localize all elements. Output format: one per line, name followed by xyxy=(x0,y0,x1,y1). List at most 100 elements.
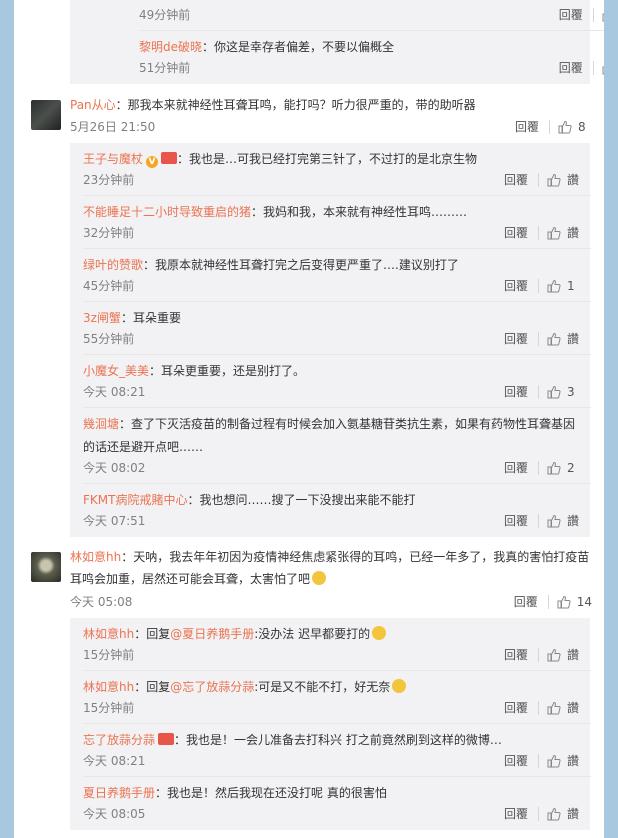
reply-button[interactable]: 回覆 xyxy=(504,645,528,665)
member-badge-icon xyxy=(161,152,178,164)
sub-replies-panel: 49分钟前 回覆 18 黎明de破晓：你这是幸存者偏差，不要以偏概全 51分钟前… xyxy=(70,0,604,84)
thumbs-up-icon[interactable] xyxy=(547,332,561,346)
thumbs-up-icon[interactable] xyxy=(602,8,604,22)
verified-badge-icon: V xyxy=(146,156,159,168)
like-count: 讚 xyxy=(567,226,580,240)
helpless-emoji-icon xyxy=(392,679,407,693)
reply-button[interactable]: 回覆 xyxy=(504,276,528,296)
reply-time: 15分钟前 xyxy=(83,701,135,715)
reply-time: 49分钟前 xyxy=(139,8,191,22)
reply-username[interactable]: 王子与魔杖 xyxy=(83,152,143,166)
reply-time: 45分钟前 xyxy=(83,279,135,293)
avatar[interactable] xyxy=(31,552,61,582)
reply-button[interactable]: 回覆 xyxy=(504,382,528,402)
like-count: 1 xyxy=(567,279,575,293)
reply-username[interactable]: 小魔女_美美 xyxy=(83,364,149,378)
reply-username[interactable]: 不能睡足十二小时导致重启的猪 xyxy=(83,205,251,219)
reply-item: 3z闸蟹：耳朵重要 55分钟前 回覆 讚 xyxy=(83,302,591,355)
reply-button[interactable]: 回覆 xyxy=(504,223,528,243)
reply-time: 51分钟前 xyxy=(139,61,191,75)
reply-button[interactable]: 回覆 xyxy=(559,58,583,78)
like-count: 讚 xyxy=(567,807,580,821)
thumbs-up-icon[interactable] xyxy=(602,61,604,75)
reply-item: 不能睡足十二小时导致重启的猪：我妈和我，本来就有神经性耳鸣……… 32分钟前 回… xyxy=(83,196,591,249)
thumbs-up-icon[interactable] xyxy=(547,226,561,240)
reply-item: 小魔女_美美：耳朵更重要，还是别打了。 今天 08:21 回覆 3 xyxy=(83,355,591,408)
reply-username[interactable]: 绿叶的赞歌 xyxy=(83,258,143,272)
thumbs-up-icon[interactable] xyxy=(547,279,561,293)
reply-button[interactable]: 回覆 xyxy=(504,804,528,824)
reply-item: 幾洄塘：查了下灭活疫苗的制备过程有时候会加入氨基糖苷类抗生素，如果有药物性耳聋基… xyxy=(83,408,591,484)
reply-button[interactable]: 回覆 xyxy=(504,329,528,349)
reply-item: 夏日养鹅手册：我也是！然后我现在还没打呢 真的很害怕 今天 08:05 回覆 讚 xyxy=(83,777,581,830)
thumbs-up-icon[interactable] xyxy=(547,701,561,715)
reply-item: 林如意hh：回复@夏日养鹅手册:没办法 迟早都要打的 15分钟前 回覆 讚 xyxy=(83,618,591,671)
thumbs-up-icon[interactable] xyxy=(547,173,561,187)
reply-text: ：你这是幸存者偏差，不要以偏概全 xyxy=(202,40,395,54)
thumbs-up-icon[interactable] xyxy=(547,514,561,528)
reply-username[interactable]: 黎明de破晓 xyxy=(139,40,202,54)
comment-meta: 5月26日 21:50 回覆 8 xyxy=(70,117,592,137)
thumbs-up-icon[interactable] xyxy=(547,385,561,399)
reply-time: 今天 07:51 xyxy=(83,514,146,528)
reply-button[interactable]: 回覆 xyxy=(504,751,528,771)
like-count: 14 xyxy=(576,595,592,609)
comment-text: 林如意hh：天呐，我去年年初因为疫情神经焦虑紧张得的耳鸣，已经一年多了，我真的害… xyxy=(70,550,590,586)
reply-username[interactable]: 幾洄塘 xyxy=(83,417,119,431)
mention-link[interactable]: @夏日养鹅手册 xyxy=(170,627,254,641)
comment-username[interactable]: Pan从心 xyxy=(70,98,116,112)
reply-text: ：查了下灭活疫苗的制备过程有时候会加入氨基糖苷类抗生素，如果有药物性耳聋基因的话… xyxy=(83,417,576,454)
reply-time: 今天 08:05 xyxy=(83,807,146,821)
reply-text: ：我原本就神经性耳聋打完之后变得更严重了….建议别打了 xyxy=(143,258,459,272)
reply-time: 今天 08:21 xyxy=(83,385,146,399)
like-count: 讚 xyxy=(567,332,580,346)
reply-button[interactable]: 回覆 xyxy=(514,592,538,612)
avatar[interactable] xyxy=(31,100,61,130)
like-count: 2 xyxy=(567,461,575,475)
reply-username[interactable]: 林如意hh xyxy=(83,680,134,694)
reply-text: ：耳朵更重要，还是别打了。 xyxy=(149,364,306,378)
comment-username[interactable]: 林如意hh xyxy=(70,550,121,564)
mention-link[interactable]: @忘了放蒜分蒜 xyxy=(170,680,254,694)
reply-button[interactable]: 回覆 xyxy=(504,698,528,718)
reply-username[interactable]: 忘了放蒜分蒜 xyxy=(83,733,155,747)
comment-time: 5月26日 21:50 xyxy=(70,120,156,134)
thumbs-up-icon[interactable] xyxy=(547,754,561,768)
reply-text: :可是又不能不打，好无奈 xyxy=(254,680,391,694)
reply-button[interactable]: 回覆 xyxy=(504,458,528,478)
scared-emoji-icon xyxy=(312,571,327,585)
reply-item: FKMT病院戒賭中心：我也想问……搜了一下没搜出来能不能打 今天 07:51 回… xyxy=(83,484,581,537)
thumbs-up-icon[interactable] xyxy=(547,807,561,821)
reply-item: 黎明de破晓：你这是幸存者偏差，不要以偏概全 51分钟前 回覆 56 xyxy=(139,31,604,84)
reply-time: 15分钟前 xyxy=(83,648,135,662)
reply-button[interactable]: 回覆 xyxy=(504,170,528,190)
reply-username[interactable]: 夏日养鹅手册 xyxy=(83,786,155,800)
thumbs-up-icon[interactable] xyxy=(547,461,561,475)
comment-text: Pan从心：那我本来就神经性耳聋耳鸣，能打吗？听力很严重的，带的助听器 xyxy=(70,98,476,112)
reply-username[interactable]: 3z闸蟹 xyxy=(83,311,121,325)
reply-button[interactable]: 回覆 xyxy=(559,5,583,25)
like-count: 8 xyxy=(578,120,586,134)
reply-text: ：耳朵重要 xyxy=(120,311,181,325)
thumbs-up-icon[interactable] xyxy=(558,120,572,134)
reply-username[interactable]: 林如意hh xyxy=(83,627,134,641)
reply-text: ：我妈和我，本来就有神经性耳鸣……… xyxy=(251,205,468,219)
thumbs-up-icon[interactable] xyxy=(547,648,561,662)
sub-replies-panel: 林如意hh：回复@夏日养鹅手册:没办法 迟早都要打的 15分钟前 回覆 讚 林如… xyxy=(70,618,591,830)
like-count: 讚 xyxy=(567,754,580,768)
reply-text: ：我也想问……搜了一下没搜出来能不能打 xyxy=(187,493,416,507)
reply-button[interactable]: 回覆 xyxy=(515,117,539,137)
reply-item: 绿叶的赞歌：我原本就神经性耳聋打完之后变得更严重了….建议别打了 45分钟前 回… xyxy=(83,249,591,302)
like-count: 3 xyxy=(567,385,575,399)
reply-text: ：我也是…可我已经打完第三针了，不过打的是北京生物 xyxy=(177,152,478,166)
thumbs-up-icon[interactable] xyxy=(557,595,571,609)
like-count: 讚 xyxy=(567,514,580,528)
comment-page: 49分钟前 回覆 1 8 黎明de破晓：你这是幸存者偏差，不要以偏概全 51分钟前… xyxy=(14,0,604,838)
like-count: 讚 xyxy=(567,701,580,715)
reply-item: 林如意hh：回复@忘了放蒜分蒜:可是又不能不打，好无奈 15分钟前 回覆 讚 xyxy=(83,671,591,724)
reply-time: 今天 08:02 xyxy=(83,461,146,475)
reply-username[interactable]: FKMT病院戒賭中心 xyxy=(83,493,187,507)
reply-button[interactable]: 回覆 xyxy=(504,511,528,531)
comment-time: 今天 05:08 xyxy=(70,595,133,609)
reply-item: 忘了放蒜分蒜 ：我也是！一会儿准备去打科兴 打之前竟然刷到这样的微博… 今天 08… xyxy=(83,724,591,777)
